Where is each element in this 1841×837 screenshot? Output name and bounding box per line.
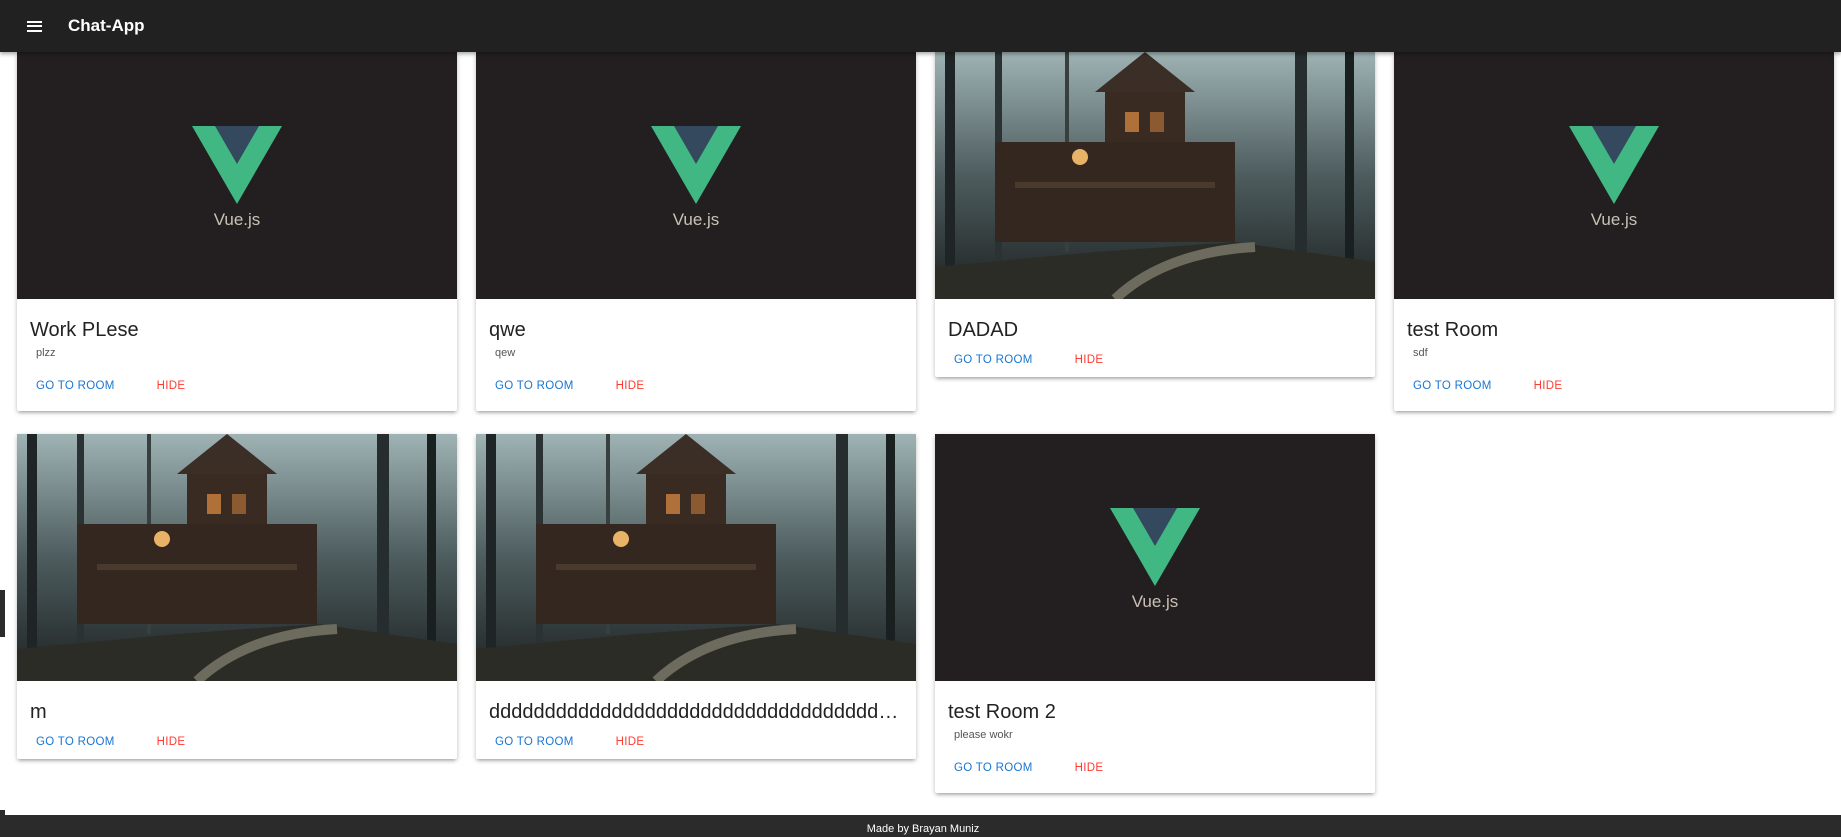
room-actions: GO TO ROOM HIDE <box>476 725 916 759</box>
room-actions: GO TO ROOM HIDE <box>17 361 457 411</box>
hide-room-button[interactable]: HIDE <box>616 736 645 748</box>
go-to-room-button[interactable]: GO TO ROOM <box>954 354 1033 366</box>
room-subtitle: plzz <box>36 347 56 359</box>
room-image-haunted-house <box>476 434 916 681</box>
room-card: Vue.js test Room 2 please wokr GO TO ROO… <box>935 434 1375 793</box>
hide-room-button[interactable]: HIDE <box>1075 354 1104 366</box>
app-footer: Made by Brayan Muniz <box>5 815 1841 837</box>
room-image-vue: Vue.js <box>1394 52 1834 299</box>
room-title: test Room <box>1407 319 1499 341</box>
haunted-house-image <box>935 52 1375 299</box>
hide-room-button[interactable]: HIDE <box>157 736 186 748</box>
left-edge-mark <box>0 590 5 637</box>
haunted-house-image <box>476 434 916 681</box>
room-card: m GO TO ROOM HIDE <box>17 434 457 759</box>
room-image-vue: Vue.js <box>476 52 916 299</box>
vue-logo-text: Vue.js <box>214 210 261 229</box>
room-actions: GO TO ROOM HIDE <box>476 361 916 411</box>
room-card: Vue.js Work PLese plzz GO TO ROOM HIDE <box>17 52 457 411</box>
room-card: Vue.js test Room sdf GO TO ROOM HIDE <box>1394 52 1834 411</box>
go-to-room-button[interactable]: GO TO ROOM <box>495 380 574 392</box>
room-subtitle: sdf <box>1413 347 1428 359</box>
go-to-room-button[interactable]: GO TO ROOM <box>36 380 115 392</box>
room-title: DADAD <box>948 319 1019 341</box>
go-to-room-button[interactable]: GO TO ROOM <box>495 736 574 748</box>
vue-logo-icon: Vue.js <box>1569 126 1659 229</box>
app-root: Chat-App Vue.js Work PLese plzz GO TO RO… <box>0 0 1841 837</box>
hide-room-button[interactable]: HIDE <box>157 380 186 392</box>
room-title: ddddddddddddddddddddddddddddddddddddd... <box>489 701 916 723</box>
room-title: test Room 2 <box>948 701 1056 723</box>
vue-logo-text: Vue.js <box>1132 592 1179 611</box>
room-image-vue: Vue.js <box>17 52 457 299</box>
app-toolbar: Chat-App <box>0 0 1841 52</box>
room-subtitle: qew <box>495 347 516 359</box>
room-actions: GO TO ROOM HIDE <box>1394 361 1834 411</box>
hide-room-button[interactable]: HIDE <box>1075 762 1104 774</box>
room-image-haunted-house <box>17 434 457 681</box>
room-title: qwe <box>489 319 526 341</box>
go-to-room-button[interactable]: GO TO ROOM <box>954 762 1033 774</box>
go-to-room-button[interactable]: GO TO ROOM <box>36 736 115 748</box>
room-title: Work PLese <box>30 319 139 341</box>
room-card: DADAD GO TO ROOM HIDE <box>935 52 1375 377</box>
room-title: m <box>30 701 47 723</box>
hamburger-menu-icon[interactable] <box>17 9 51 43</box>
room-card: Vue.js qwe qew GO TO ROOM HIDE <box>476 52 916 411</box>
room-card: ddddddddddddddddddddddddddddddddddddd...… <box>476 434 916 759</box>
room-subtitle: please wokr <box>954 729 1013 741</box>
room-image-haunted-house <box>935 52 1375 299</box>
hide-room-button[interactable]: HIDE <box>1534 380 1563 392</box>
vue-logo-text: Vue.js <box>673 210 720 229</box>
left-edge <box>0 0 5 837</box>
app-title: Chat-App <box>68 16 145 35</box>
vue-logo-icon: Vue.js <box>651 126 741 229</box>
room-actions: GO TO ROOM HIDE <box>935 743 1375 793</box>
room-actions: GO TO ROOM HIDE <box>935 343 1375 377</box>
room-image-vue: Vue.js <box>935 434 1375 681</box>
vue-logo-icon: Vue.js <box>1110 508 1200 611</box>
vue-logo-text: Vue.js <box>1591 210 1638 229</box>
go-to-room-button[interactable]: GO TO ROOM <box>1413 380 1492 392</box>
room-actions: GO TO ROOM HIDE <box>17 725 457 759</box>
vue-logo-icon: Vue.js <box>192 126 282 229</box>
hide-room-button[interactable]: HIDE <box>616 380 645 392</box>
footer-credit: Made by Brayan Muniz <box>866 823 980 835</box>
haunted-house-image <box>17 434 457 681</box>
room-grid: Vue.js Work PLese plzz GO TO ROOM HIDE V… <box>17 52 1837 812</box>
